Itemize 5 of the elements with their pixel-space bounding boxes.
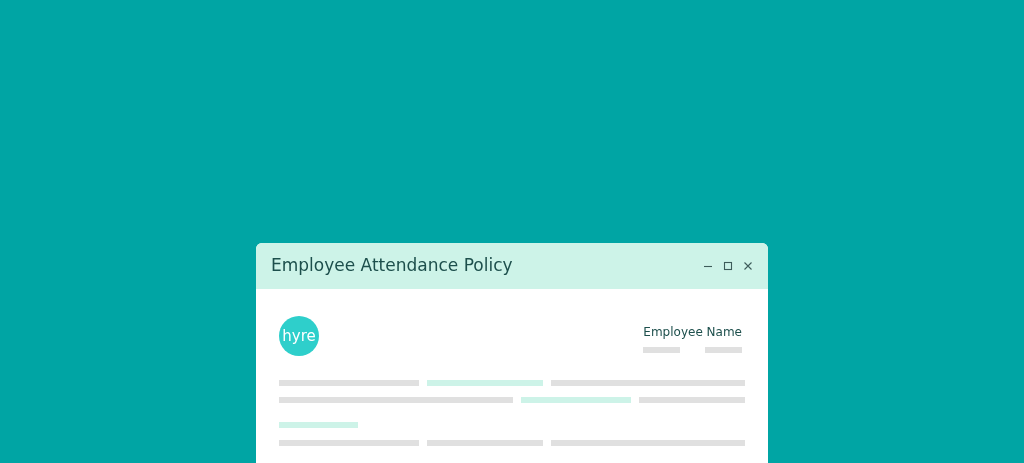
field-label: Employee Name bbox=[643, 324, 742, 341]
logo: hyre bbox=[279, 316, 319, 356]
window-title: Employee Attendance Policy bbox=[271, 254, 513, 278]
close-icon[interactable] bbox=[742, 260, 754, 272]
maximize-icon[interactable] bbox=[722, 260, 734, 272]
